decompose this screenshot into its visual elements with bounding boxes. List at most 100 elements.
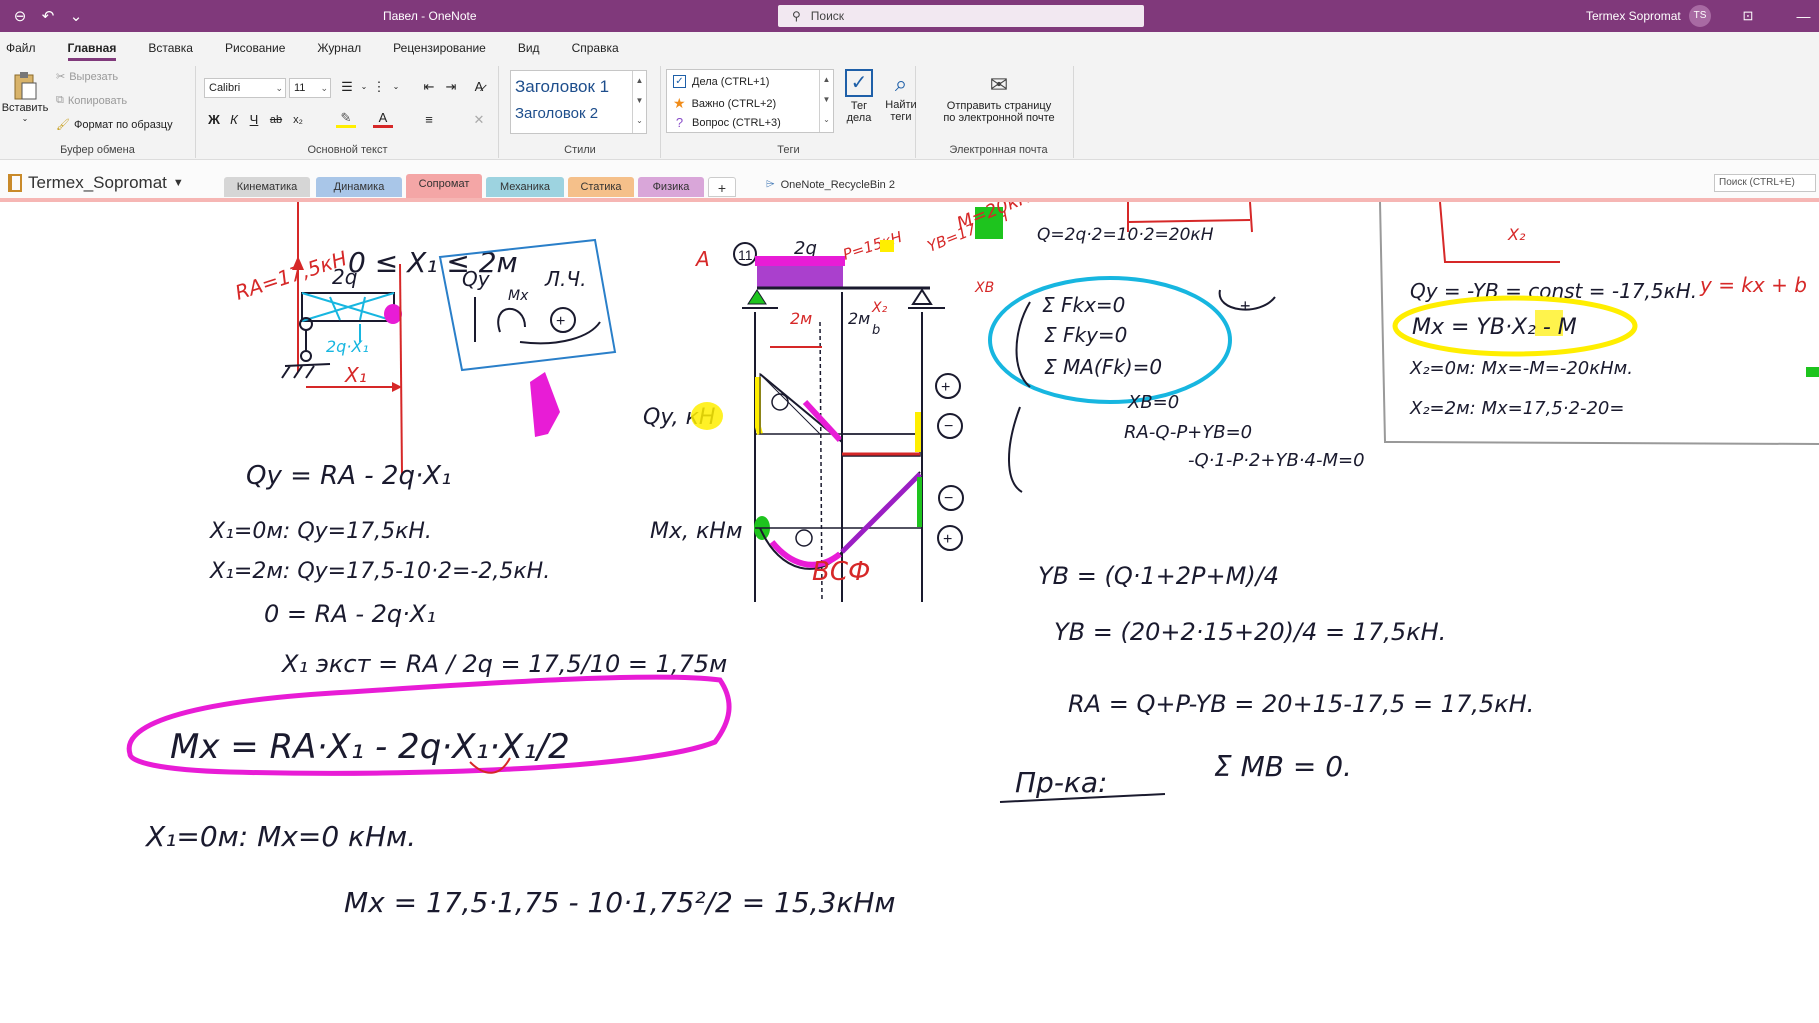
yb-equation: YB = (Q·1+2P+M)/4	[1038, 562, 1279, 590]
back-icon[interactable]: ⊖	[8, 4, 32, 28]
x2-2-eq: X₂=2м: Mx=17,5·2-20=	[1409, 398, 1624, 419]
format-painter-button[interactable]: 🖌 Формат по образцу	[56, 118, 173, 132]
q-label: 2q	[332, 265, 357, 289]
recycle-bin-tab[interactable]: ⌲ OneNote_RecycleBin 2	[766, 178, 895, 191]
numbering-dropdown-icon[interactable]: ⌄	[386, 77, 406, 97]
vsf-label: ВСФ	[812, 557, 870, 587]
svg-text:−: −	[944, 490, 953, 507]
rule-ll: Л.Ч.	[544, 267, 586, 291]
section-tab-mechanics[interactable]: Механика	[486, 177, 564, 197]
page-search-input[interactable]: Поиск (CTRL+E)	[1714, 174, 1816, 192]
tags-scroll[interactable]: ▲ ▼ ⌄	[819, 70, 833, 132]
tag-important[interactable]: ★ Важно (CTRL+2)	[673, 95, 776, 112]
copy-button[interactable]: ⧉ Копировать	[56, 94, 127, 107]
basic-text-group: Calibri ⌄ 11 ⌄ ☰ ⌄ ⋮ ⌄ ⇤ ⇥ A̷ Ж К Ч ab x₂ …	[197, 66, 499, 158]
checkbox-icon: ✓	[673, 75, 686, 88]
underline-button[interactable]: Ч	[244, 110, 264, 130]
tab-draw[interactable]: Рисование	[209, 32, 301, 64]
cut-button[interactable]: ✂ Вырезать	[56, 70, 118, 84]
styles-gallery: Заголовок 1 Заголовок 2 ▲ ▼ ⌄	[510, 70, 647, 134]
clear-formatting-icon[interactable]: A̷	[469, 77, 489, 97]
style-heading2[interactable]: Заголовок 2	[515, 105, 598, 122]
clipboard-icon	[11, 70, 39, 102]
bold-button[interactable]: Ж	[204, 110, 224, 130]
customize-qat-icon[interactable]: ⌄	[64, 4, 88, 28]
recycle-icon: ⌲	[766, 178, 775, 190]
page-canvas[interactable]: RA=17,5кН 0 ≤ X₁ ≤ 2м 2q 2q·X₁ X₁ Qy Mx …	[0, 202, 1819, 1023]
font-size-select[interactable]: 11 ⌄	[289, 78, 331, 98]
alignment-icon[interactable]: ≡	[419, 110, 439, 130]
add-section-button[interactable]: +	[708, 177, 736, 197]
zero-equation: 0 = RA - 2q·X₁	[264, 600, 436, 628]
chevron-down-icon: ▼	[172, 177, 184, 189]
paste-label: Вставить	[1, 102, 49, 114]
find-tags-button[interactable]: ⌕ Найти теги	[880, 69, 922, 123]
eq1: RA-Q-P+YB=0	[1124, 422, 1252, 443]
subscript-button[interactable]: x₂	[288, 110, 308, 130]
dim-2m-a: 2м	[790, 309, 812, 328]
tags-gallery: ✓ Дела (CTRL+1) ★ Важно (CTRL+2) ? Вопрос (…	[666, 69, 834, 133]
notebook-selector[interactable]: Termex_Sopromat ▼	[8, 173, 184, 193]
email-group: ✉ Отправить страницу по электронной почт…	[924, 66, 1074, 158]
font-color-icon[interactable]: A	[373, 110, 393, 128]
x1-2-qy: X₁=2м: Qy=17,5-10·2=-2,5кН.	[209, 559, 550, 584]
styles-scroll[interactable]: ▲ ▼ ⌄	[632, 71, 646, 133]
x1-label-red: X₁	[344, 363, 367, 387]
tab-history[interactable]: Журнал	[301, 32, 377, 64]
question-icon: ?	[675, 115, 684, 130]
eq2: -Q·1-P·2+YB·4-M=0	[1188, 450, 1365, 471]
tag-todo[interactable]: ✓ Дела (CTRL+1)	[673, 75, 769, 88]
tag-question[interactable]: ? Вопрос (CTRL+3)	[673, 115, 781, 130]
tab-home[interactable]: Главная	[52, 32, 133, 64]
ribbon-tabs: Файл Главная Вставка Рисование Журнал Ре…	[0, 32, 1819, 64]
paste-button[interactable]: Вставить ⌄	[2, 70, 48, 123]
copy-icon: ⧉	[56, 94, 64, 106]
section-tab-physics[interactable]: Физика	[638, 177, 704, 197]
right-x2-label: X₂	[1507, 225, 1526, 244]
star-icon: ★	[673, 95, 686, 111]
x1-extremum: X₁ экст = RA / 2q = 17,5/10 = 1,75м	[280, 650, 727, 678]
section-tab-dynamics[interactable]: Динамика	[316, 177, 402, 197]
style-heading1[interactable]: Заголовок 1	[515, 77, 609, 97]
right-panel-dim	[1439, 202, 1560, 263]
todo-tag-button[interactable]: ✓ Тег дела	[840, 69, 878, 124]
increase-indent-icon[interactable]: ⇥	[441, 77, 461, 97]
tab-file[interactable]: Файл	[0, 32, 52, 64]
dim-2m-b: 2м	[848, 309, 870, 328]
section-tab-statics[interactable]: Статика	[568, 177, 634, 197]
todo-tag-label: Тег дела	[846, 100, 872, 124]
font-family-select[interactable]: Calibri ⌄	[204, 78, 286, 98]
svg-text:+: +	[1240, 296, 1251, 316]
strikethrough-button[interactable]: ab	[266, 110, 286, 130]
xb-eq: XB=0	[1127, 392, 1179, 413]
search-icon: ⚲	[792, 9, 801, 23]
notebook-name: Termex_Sopromat	[28, 173, 167, 192]
section-tab-kinematics[interactable]: Кинематика	[224, 177, 310, 197]
undo-icon[interactable]: ↶	[36, 4, 60, 28]
basic-text-group-label: Основной текст	[307, 144, 388, 156]
yb-numeric: YB = (20+2·15+20)/4 = 17,5кН.	[1054, 618, 1446, 646]
tab-review[interactable]: Рецензирование	[377, 32, 502, 64]
ribbon-display-options-icon[interactable]: ⊡	[1737, 5, 1759, 27]
avatar[interactable]: TS	[1689, 5, 1711, 27]
ribbon: Вставить ⌄ ✂ Вырезать ⧉ Копировать 🖌 Формат…	[0, 64, 1819, 160]
email-page-button[interactable]: ✉ Отправить страницу по электронной почт…	[924, 70, 1074, 124]
italic-button[interactable]: К	[224, 110, 244, 130]
delete-icon[interactable]: ✕	[469, 110, 489, 130]
section-tab-sopromat[interactable]: Сопромат	[406, 174, 482, 198]
highlight-icon[interactable]: ✎	[336, 110, 356, 128]
minimize-icon[interactable]: —	[1788, 0, 1819, 32]
mx-diagram-label: Mx, кНм	[650, 519, 742, 544]
mx-x2-eq: Mx = YB·X₂ - M	[1412, 315, 1577, 340]
qy-equation: Qy = RA - 2q·X₁	[246, 461, 451, 491]
decrease-indent-icon[interactable]: ⇤	[419, 77, 439, 97]
beam-number: 11	[738, 247, 753, 263]
clipboard-group: Вставить ⌄ ✂ Вырезать ⧉ Копировать 🖌 Формат…	[0, 66, 196, 158]
tab-help[interactable]: Справка	[556, 32, 635, 64]
beam-2q: 2q	[794, 238, 817, 259]
tab-insert[interactable]: Вставка	[132, 32, 209, 64]
search-box[interactable]: ⚲ Поиск	[778, 5, 1144, 27]
user-name[interactable]: Termex Sopromat	[1586, 0, 1681, 32]
mx-equation: Mx = RA·X₁ - 2q·X₁·X₁/2	[170, 727, 570, 767]
tab-view[interactable]: Вид	[502, 32, 556, 64]
